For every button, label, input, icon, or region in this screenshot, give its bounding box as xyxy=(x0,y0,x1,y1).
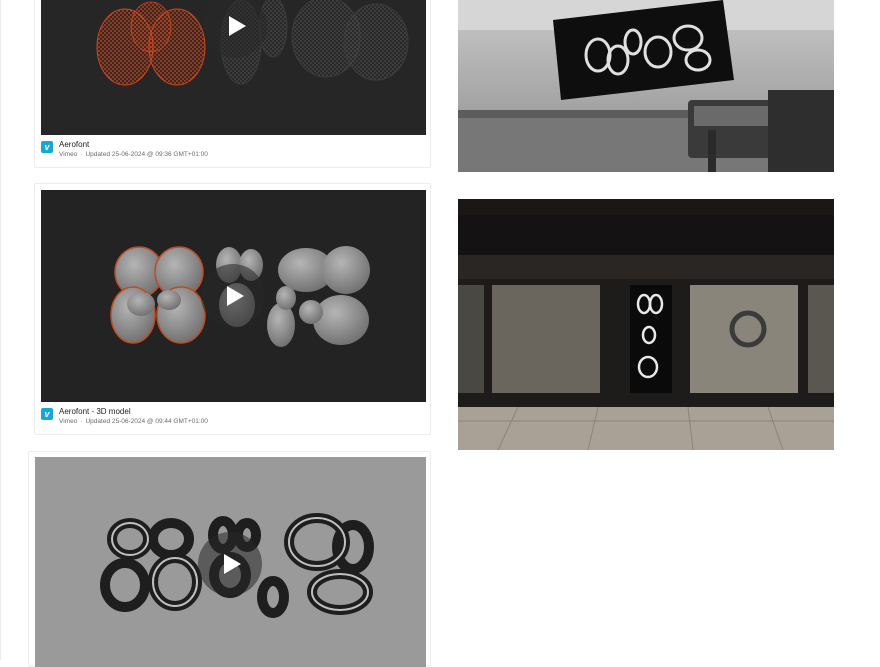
train-interior-illustration xyxy=(458,0,834,172)
video-updated: Updated 25-06-2024 @ 09:44 GMT+01:00 xyxy=(85,418,208,425)
video-thumbnail[interactable] xyxy=(41,0,426,135)
play-icon xyxy=(224,554,241,574)
video-card-chrome-letters xyxy=(28,451,431,667)
video-subtitle: Vimeo · Updated 25-06-2024 @ 09:44 GMT+01:… xyxy=(59,418,208,425)
vimeo-icon: v xyxy=(41,408,53,420)
play-button[interactable] xyxy=(198,532,262,596)
video-thumbnail[interactable] xyxy=(41,190,426,402)
image-train-interior-poster[interactable] xyxy=(458,0,834,172)
vimeo-icon: v xyxy=(41,141,53,153)
video-title[interactable]: Aerofont - 3D model xyxy=(59,407,131,416)
video-thumbnail[interactable] xyxy=(35,457,426,667)
image-platform-screen-doors[interactable] xyxy=(458,199,834,450)
play-button[interactable] xyxy=(201,264,265,328)
play-icon xyxy=(229,16,246,36)
video-source: Vimeo xyxy=(59,151,78,158)
play-icon xyxy=(227,286,244,306)
video-title[interactable]: Aerofont xyxy=(59,140,89,149)
video-source: Vimeo xyxy=(59,418,78,425)
page-left-border xyxy=(0,0,1,660)
video-card-aerofont-3d-model: v Aerofont - 3D model Vimeo · Updated 25-0… xyxy=(34,183,431,435)
video-updated: Updated 25-06-2024 @ 09:36 GMT+01:00 xyxy=(85,151,208,158)
video-card-aerofont: v Aerofont Vimeo · Updated 25-06-2024 @ 09… xyxy=(34,0,431,168)
video-subtitle: Vimeo · Updated 25-06-2024 @ 09:36 GMT+01:… xyxy=(59,151,208,158)
platform-illustration xyxy=(458,199,834,450)
